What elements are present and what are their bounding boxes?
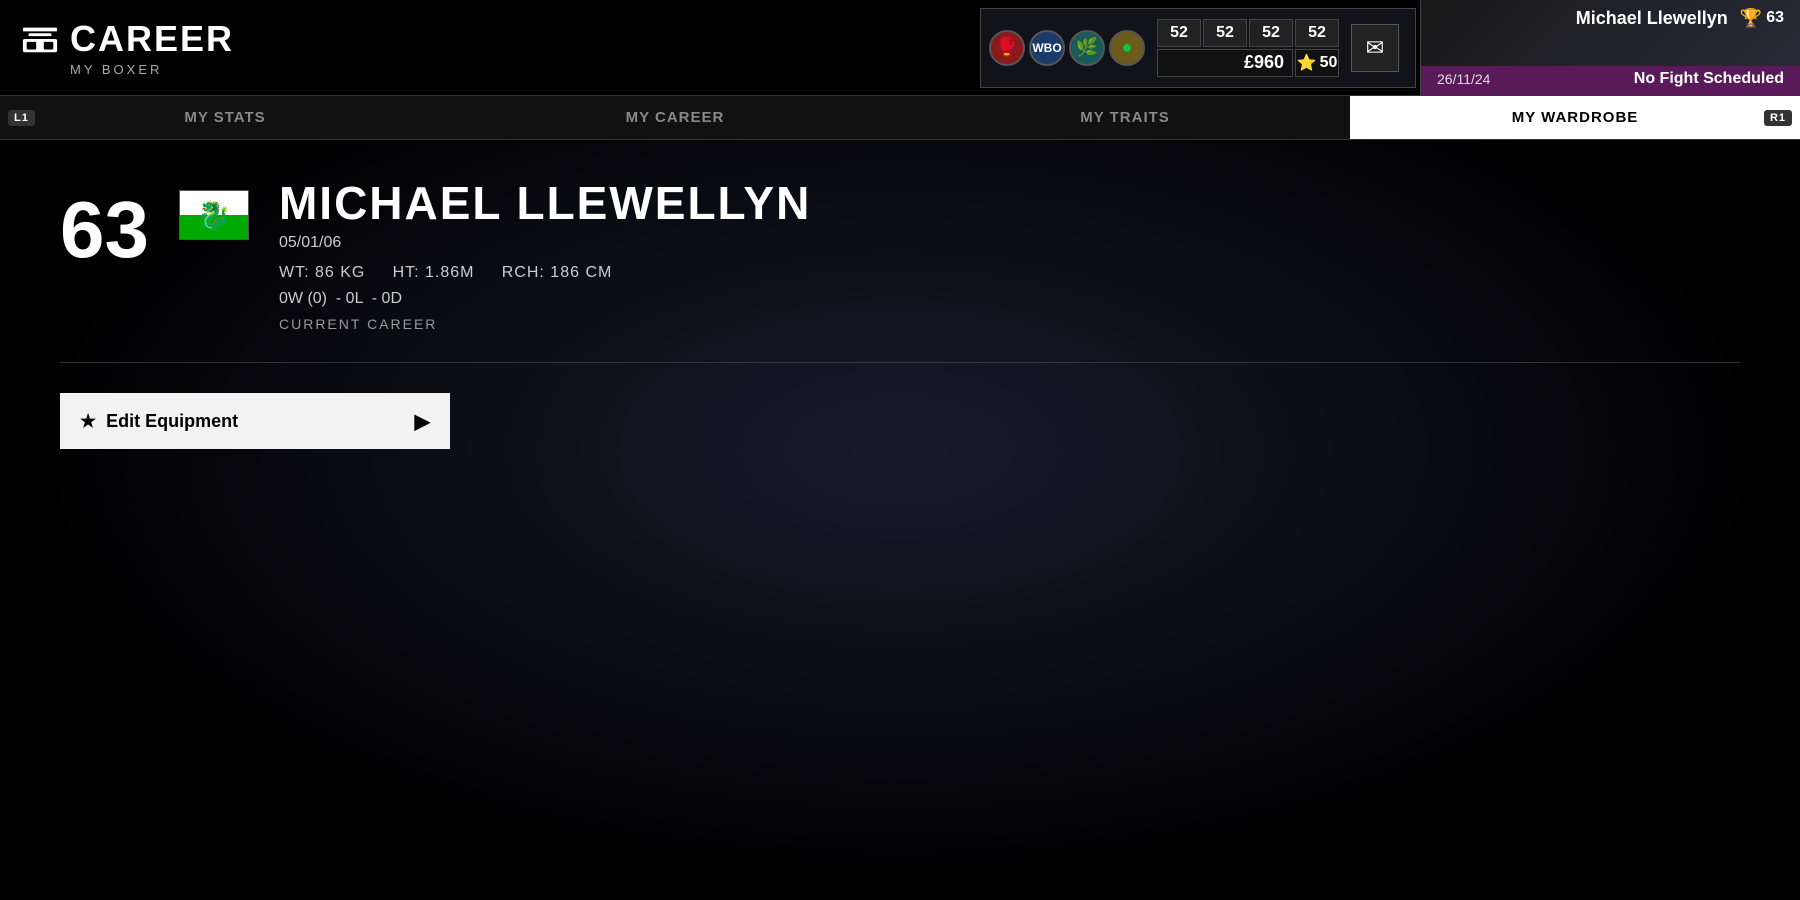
my-boxer-subtitle: MY BOXER bbox=[20, 62, 260, 77]
logo-section: CAREER MY BOXER bbox=[0, 0, 280, 95]
nav-tabs: L1 My Stats My Career My Traits My Wardr… bbox=[0, 96, 1800, 140]
hud-area: 🥊 WBO 🌿 ● 52 52 52 52 £960 ⭐ 50 bbox=[280, 0, 1800, 95]
stats-grid: 52 52 52 52 £960 ⭐ 50 bbox=[1157, 19, 1339, 77]
win-details: (0) bbox=[307, 290, 327, 307]
mail-icon: ✉ bbox=[1366, 35, 1384, 61]
fight-date: 26/11/24 bbox=[1437, 71, 1490, 87]
boxer-height: 1.86M bbox=[425, 264, 474, 281]
main-content: 63 🐉 MICHAEL LLEWELLYN 05/01/06 WT: 86 K… bbox=[0, 140, 1800, 489]
special-stat-box: ⭐ 50 bbox=[1295, 49, 1339, 77]
boxer-weight: 86 KG bbox=[315, 264, 365, 281]
tab-my-stats[interactable]: L1 My Stats bbox=[0, 96, 450, 139]
boxer-profile: 63 🐉 MICHAEL LLEWELLYN 05/01/06 WT: 86 K… bbox=[60, 180, 1740, 332]
profile-divider bbox=[60, 362, 1740, 363]
boxer-name: MICHAEL LLEWELLYN bbox=[279, 180, 1740, 226]
career-logo-icon bbox=[20, 19, 60, 59]
boxer-career-label: CURRENT CAREER bbox=[279, 316, 1740, 332]
tab-my-traits[interactable]: My Traits bbox=[900, 96, 1350, 139]
height-label: HT: bbox=[393, 264, 425, 281]
money-box: £960 bbox=[1157, 49, 1293, 77]
player-panel: Michael Llewellyn 🏆 63 26/11/24 No Fight… bbox=[1420, 0, 1800, 96]
tab-my-career-label: My Career bbox=[626, 109, 725, 126]
tab-my-wardrobe-label: My Wardrobe bbox=[1512, 109, 1639, 126]
player-top: Michael Llewellyn 🏆 63 bbox=[1421, 0, 1800, 33]
top-bar: CAREER MY BOXER 🥊 WBO 🌿 ● 52 52 52 bbox=[0, 0, 1800, 96]
draws: 0 bbox=[382, 290, 391, 307]
logo-title: CAREER bbox=[20, 18, 260, 60]
tab-my-stats-label: My Stats bbox=[184, 109, 265, 126]
org-icon-2: WBO bbox=[1029, 30, 1065, 66]
edit-equipment-button[interactable]: ★ Edit Equipment ▶ bbox=[60, 393, 450, 449]
boxer-info: MICHAEL LLEWELLYN 05/01/06 WT: 86 KG HT:… bbox=[279, 180, 1740, 332]
org-icon-4: ● bbox=[1109, 30, 1145, 66]
losses: 0 bbox=[346, 290, 355, 307]
boxer-reach: 186 CM bbox=[550, 264, 612, 281]
arrow-icon: ▶ bbox=[415, 409, 430, 434]
org-icon-1: 🥊 bbox=[989, 30, 1025, 66]
boxer-dob: 05/01/06 bbox=[279, 234, 1740, 252]
player-rating: 63 bbox=[1766, 9, 1784, 27]
welsh-flag: 🐉 bbox=[179, 190, 249, 240]
stats-panel: 🥊 WBO 🌿 ● 52 52 52 52 £960 ⭐ 50 bbox=[980, 8, 1416, 88]
wins: 0 bbox=[279, 290, 288, 307]
stat-box-1: 52 bbox=[1157, 19, 1201, 47]
boxer-flag: 🐉 bbox=[179, 190, 249, 240]
reach-label: RCH: bbox=[502, 264, 551, 281]
edit-equipment-label-group: ★ Edit Equipment bbox=[80, 411, 238, 432]
tab-my-traits-label: My Traits bbox=[1080, 109, 1170, 126]
fight-status: No Fight Scheduled bbox=[1634, 70, 1784, 88]
player-rating-badge: 🏆 63 bbox=[1740, 8, 1784, 29]
dragon-icon: 🐉 bbox=[197, 199, 232, 232]
player-name: Michael Llewellyn bbox=[1576, 8, 1728, 29]
weight-label: WT: bbox=[279, 264, 315, 281]
edit-equipment-text: Edit Equipment bbox=[106, 411, 238, 432]
l1-button: L1 bbox=[8, 110, 35, 126]
org-icons: 🥊 WBO 🌿 ● bbox=[989, 30, 1145, 66]
tab-my-wardrobe[interactable]: My Wardrobe R1 bbox=[1350, 96, 1800, 139]
boxer-rating: 63 bbox=[60, 190, 149, 270]
stat-box-3: 52 bbox=[1249, 19, 1293, 47]
rating-icon: 🏆 bbox=[1740, 8, 1762, 29]
star-icon: ★ bbox=[80, 411, 96, 432]
career-title: CAREER bbox=[70, 18, 234, 60]
stat-box-2: 52 bbox=[1203, 19, 1247, 47]
player-bottom: 26/11/24 No Fight Scheduled bbox=[1421, 66, 1800, 96]
boxer-stats-row: WT: 86 KG HT: 1.86M RCH: 186 CM bbox=[279, 264, 1740, 282]
org-icon-3: 🌿 bbox=[1069, 30, 1105, 66]
boxer-record: 0W (0) - 0L - 0D bbox=[279, 290, 1740, 308]
tab-my-career[interactable]: My Career bbox=[450, 96, 900, 139]
r1-button: R1 bbox=[1764, 110, 1792, 126]
stat-box-4: 52 bbox=[1295, 19, 1339, 47]
mail-button[interactable]: ✉ bbox=[1351, 24, 1399, 72]
